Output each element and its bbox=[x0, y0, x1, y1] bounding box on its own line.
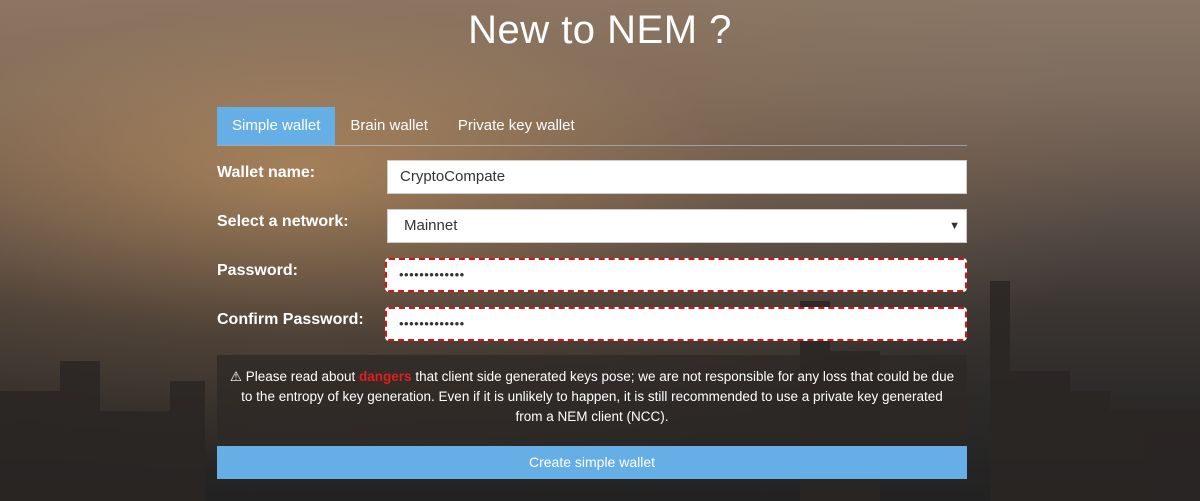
tab-brain-wallet[interactable]: Brain wallet bbox=[335, 107, 443, 145]
password-row: Password: ••••••••••••• bbox=[217, 258, 967, 292]
password-label: Password: bbox=[217, 262, 298, 279]
tab-private-key-wallet[interactable]: Private key wallet bbox=[443, 107, 590, 145]
page-title: New to NEM ? bbox=[468, 8, 732, 52]
wallet-name-label: Wallet name: bbox=[217, 164, 316, 181]
tab-simple-wallet[interactable]: Simple wallet bbox=[217, 107, 336, 145]
chevron-down-icon: ▼ bbox=[949, 220, 960, 232]
security-warning: ⚠ Please read about dangers that client … bbox=[217, 355, 967, 440]
network-row: Select a network: Mainnet ▼ bbox=[217, 209, 967, 243]
wallet-name-input[interactable]: CryptoCompate bbox=[387, 160, 967, 194]
wallet-name-row: Wallet name: CryptoCompate bbox=[217, 160, 967, 194]
network-label: Select a network: bbox=[217, 213, 349, 230]
wallet-type-tabs: Simple wallet Brain wallet Private key w… bbox=[217, 107, 967, 146]
confirm-password-input[interactable]: ••••••••••••• bbox=[385, 307, 967, 341]
confirm-password-label: Confirm Password: bbox=[217, 311, 364, 328]
password-input[interactable]: ••••••••••••• bbox=[385, 258, 967, 292]
create-simple-wallet-button[interactable]: Create simple wallet bbox=[217, 446, 967, 479]
warning-icon: ⚠ bbox=[229, 369, 242, 384]
warning-prefix: Please read about bbox=[245, 369, 356, 384]
dangers-link[interactable]: dangers bbox=[359, 369, 412, 384]
network-selected-value: Mainnet bbox=[404, 217, 458, 234]
network-select[interactable]: Mainnet ▼ bbox=[387, 209, 967, 243]
confirm-password-row: Confirm Password: ••••••••••••• bbox=[217, 307, 967, 341]
